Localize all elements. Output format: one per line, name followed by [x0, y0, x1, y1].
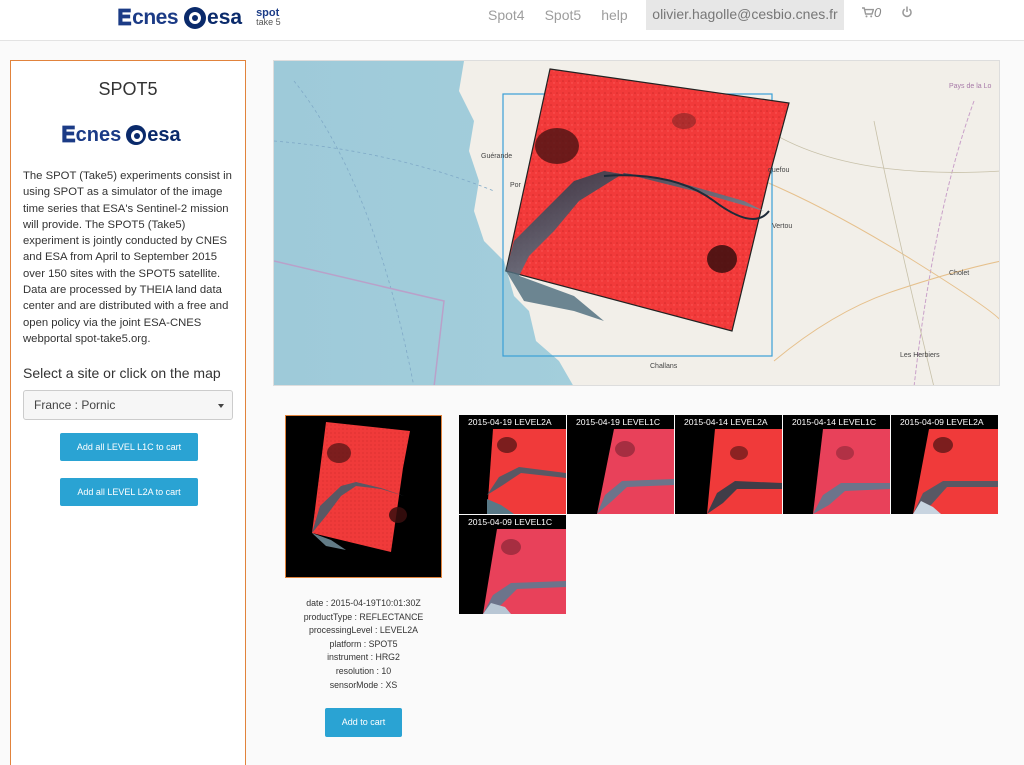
nav-link-help[interactable]: help	[591, 1, 637, 29]
scene-thumbnail[interactable]: 2015-04-14 LEVEL1C	[783, 415, 890, 514]
esa-mark-icon	[126, 125, 147, 145]
sidebar-description: The SPOT (Take5) experiments consist in …	[23, 170, 232, 345]
cnes-swirl-icon: 𝐄	[117, 5, 132, 30]
scene-preview[interactable]	[285, 415, 442, 578]
cnes-logo-text: cnes	[132, 6, 179, 29]
cart-count: 0	[874, 5, 882, 20]
meta-instrument: instrument : HRG2	[327, 652, 400, 663]
urban-area	[672, 113, 696, 129]
map-label-clisson: quefou	[768, 167, 790, 174]
meta-product-type: productType : REFLECTANCE	[303, 611, 424, 622]
meta-processing-level: processingLevel : LEVEL2A	[308, 625, 419, 636]
sidebar-esa-text: esa	[147, 123, 181, 146]
take5-logo-text: take 5	[256, 17, 281, 27]
thumbnail-image	[459, 415, 566, 514]
meta-resolution: resolution : 10	[335, 665, 392, 676]
scene-metadata: date : 2015-04-19T10:01:30Z productType …	[285, 597, 442, 692]
thumbnail-image	[891, 415, 998, 514]
urban-area	[535, 128, 579, 164]
esa-logo-text: esa	[207, 6, 243, 29]
esa-logo: esa	[184, 6, 242, 30]
thumbnail-image	[783, 415, 890, 514]
preview-image	[286, 416, 441, 577]
map-label-pornic: Por	[510, 182, 521, 189]
add-all-l1c-button[interactable]: Add all LEVEL L1C to cart	[60, 433, 198, 461]
map-label-challans: Challans	[650, 363, 678, 370]
scene-thumbnail[interactable]: 2015-04-09 LEVEL1C	[459, 515, 566, 614]
site-select-label: Select a site or click on the map	[23, 365, 221, 381]
site-select[interactable]: France : Pornic	[23, 390, 233, 420]
chevron-down-icon	[218, 404, 224, 408]
map-label-region: Pays de la Lo	[949, 83, 992, 90]
map-label-herbiers: Les Herbiers	[900, 352, 940, 359]
site-sidebar: SPOT5 𝐄 cnes esa The SPOT (Take5) experi…	[10, 60, 246, 765]
scene-thumbnail[interactable]: 2015-04-14 LEVEL2A	[675, 415, 782, 514]
map-label-cholet: Cholet	[949, 270, 970, 277]
thumbnail-image	[567, 415, 674, 514]
scene-thumbnail[interactable]: 2015-04-09 LEVEL2A	[891, 415, 998, 514]
thumbnail-label: 2015-04-19 LEVEL2A	[459, 415, 566, 429]
site-map[interactable]: Pays de la Lo Guérande Por quefou Vertou…	[273, 60, 1000, 386]
nav-link-spot4[interactable]: Spot4	[478, 1, 535, 29]
user-account-link[interactable]: olivier.hagolle@cesbio.cnes.fr	[646, 0, 844, 30]
thumbnail-label: 2015-04-19 LEVEL1C	[567, 415, 674, 429]
add-to-cart-button[interactable]: Add to cart	[325, 708, 402, 737]
sidebar-cnes-text: cnes	[75, 123, 122, 146]
top-navbar: 𝐄 cnes esa spot take 5 Spot4 Spot5 help …	[0, 0, 1024, 41]
cart-link[interactable]: 0	[862, 5, 881, 20]
esa-mark-icon	[184, 7, 207, 29]
map-canvas[interactable]	[274, 61, 1000, 386]
scene-thumbnail[interactable]: 2015-04-19 LEVEL1C	[567, 415, 674, 514]
cnes-logo: 𝐄 cnes	[117, 5, 179, 31]
main-nav: Spot4 Spot5 help	[478, 0, 638, 30]
thumbnail-label: 2015-04-14 LEVEL1C	[783, 415, 890, 429]
brand-logos[interactable]: 𝐄 cnes esa spot take 5	[117, 3, 281, 33]
add-all-l2a-button[interactable]: Add all LEVEL L2A to cart	[60, 478, 198, 506]
nav-link-spot5[interactable]: Spot5	[535, 1, 592, 29]
map-label-vertou: Vertou	[772, 223, 793, 230]
site-select-value: France : Pornic	[34, 398, 116, 412]
thumbnail-image	[459, 515, 566, 614]
thumbnail-label: 2015-04-09 LEVEL1C	[459, 515, 566, 529]
sidebar-logos: 𝐄 cnes esa	[61, 122, 181, 148]
urban-area	[707, 245, 737, 273]
cart-icon	[862, 7, 874, 18]
power-icon[interactable]	[901, 5, 913, 19]
meta-sensor-mode: sensorMode : XS	[329, 679, 398, 690]
map-label-guerande: Guérande	[481, 153, 513, 160]
thumbnail-label: 2015-04-14 LEVEL2A	[675, 415, 782, 429]
meta-date: date : 2015-04-19T10:01:30Z	[306, 598, 421, 608]
sidebar-title: SPOT5	[98, 79, 158, 99]
spot-take5-logo: spot take 5	[256, 8, 281, 27]
thumbnail-image	[675, 415, 782, 514]
cnes-swirl-icon: 𝐄	[61, 122, 76, 147]
scene-thumbnail[interactable]: 2015-04-19 LEVEL2A	[459, 415, 566, 514]
meta-platform: platform : SPOT5	[329, 638, 398, 649]
thumbnail-label: 2015-04-09 LEVEL2A	[891, 415, 998, 429]
